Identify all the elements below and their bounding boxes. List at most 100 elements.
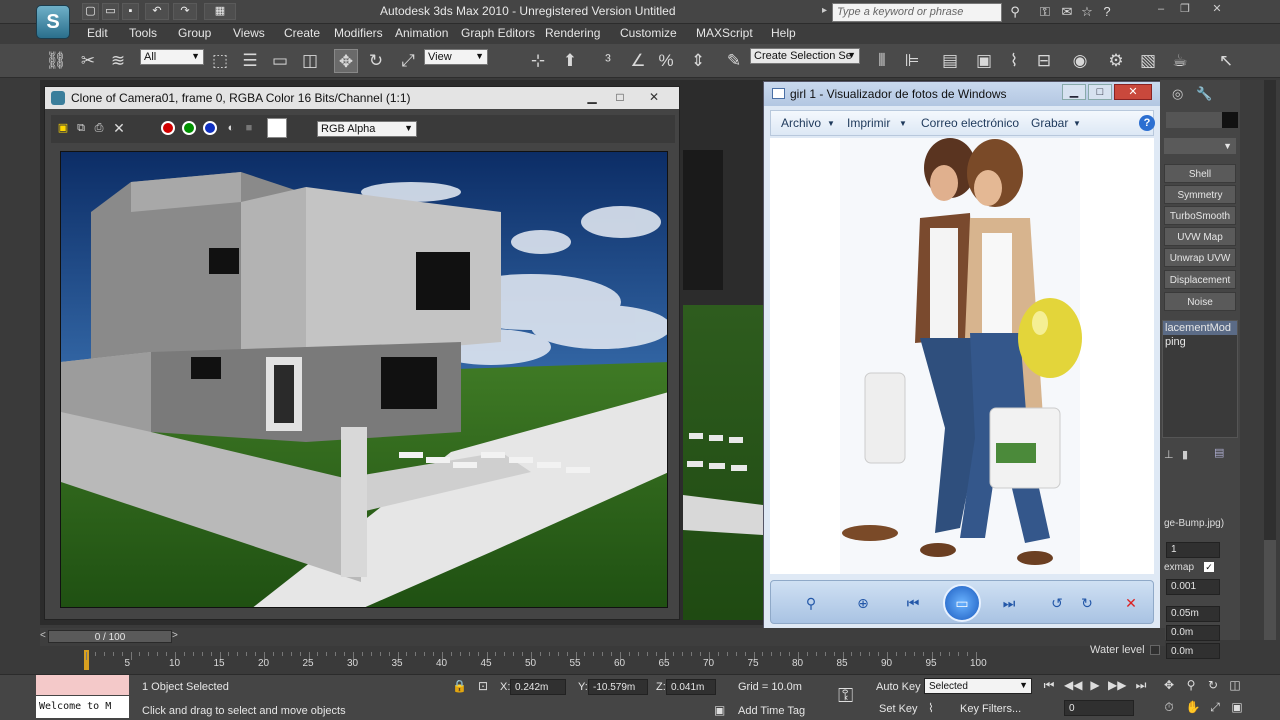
spinner-field[interactable]: 0.001 — [1166, 579, 1220, 595]
modifier-stack[interactable]: lacementMod ping — [1162, 320, 1238, 438]
zoom-icon[interactable]: ⚲ — [801, 593, 821, 613]
render-maximize-button[interactable]: □ — [609, 88, 631, 106]
menu-views[interactable]: Views — [233, 26, 265, 40]
monochrome-icon[interactable]: ■ — [241, 120, 257, 136]
play-icon[interactable]: ▶ — [1086, 676, 1104, 694]
slider-right-arrow-icon[interactable]: > — [172, 630, 178, 641]
select-by-name-icon[interactable]: ☰ — [238, 49, 262, 73]
time-config-icon[interactable]: ⏱ — [1160, 698, 1178, 716]
water-level-field[interactable]: 0.0m — [1166, 643, 1220, 659]
select-object-icon[interactable]: ⬚ — [208, 49, 232, 73]
menu-create[interactable]: Create — [284, 26, 320, 40]
previous-icon[interactable]: ⏮ — [903, 593, 923, 613]
communication-icon[interactable]: ✉ — [1058, 3, 1076, 21]
auto-key-button[interactable]: Auto Key — [876, 681, 921, 693]
previous-frame-icon[interactable]: ◀◀ — [1064, 676, 1082, 694]
modifier-shell-button[interactable]: Shell — [1164, 164, 1236, 183]
command-panel-toggle-icon[interactable]: ↖ — [1214, 49, 1238, 73]
maximize-viewport-icon[interactable]: ▣ — [1228, 698, 1246, 716]
redo-icon[interactable]: ↷ — [173, 3, 197, 20]
rendered-frame-window-icon[interactable]: ▧ — [1136, 49, 1160, 73]
snaps-toggle-icon[interactable]: ³ — [596, 49, 620, 73]
time-tag-icon[interactable]: ▣ — [714, 703, 725, 717]
delete-icon[interactable]: ✕ — [1121, 593, 1141, 613]
utilities-panel-icon[interactable]: 🔧 — [1196, 86, 1212, 102]
window-crossing-icon[interactable]: ◫ — [298, 49, 322, 73]
zoom-extents-icon[interactable]: ⚲ — [1182, 676, 1200, 694]
walk-through-icon[interactable]: ⤢ — [1206, 698, 1224, 716]
clear-icon[interactable]: ✕ — [111, 120, 127, 136]
bitmap-name[interactable]: ge-Bump.jpg) — [1164, 518, 1224, 529]
help-icon[interactable]: ? — [1139, 115, 1155, 131]
modifier-unwrap-uvw-button[interactable]: Unwrap UVW — [1164, 248, 1236, 267]
spinner-field[interactable]: 0.0m — [1166, 625, 1220, 641]
graphite-toolbox-icon[interactable]: ▣ — [972, 49, 996, 73]
render-setup-icon[interactable]: ⚙ — [1104, 49, 1128, 73]
water-level-checkbox[interactable] — [1150, 645, 1160, 655]
help-icon[interactable]: ? — [1098, 3, 1116, 21]
photo-minimize-button[interactable]: ▁ — [1062, 84, 1086, 100]
render-minimize-button[interactable]: ▁ — [581, 88, 603, 106]
modifier-displacement-button[interactable]: Displacement — [1164, 270, 1236, 289]
maxscript-listener-pink[interactable] — [36, 675, 129, 695]
absolute-mode-icon[interactable]: ⊡ — [478, 679, 488, 693]
menu-graph-editors[interactable]: Graph Editors — [461, 26, 535, 40]
expand-icon[interactable]: ▸ — [822, 5, 827, 16]
field-of-view-icon[interactable]: ◫ — [1226, 676, 1244, 694]
red-channel-toggle[interactable] — [161, 121, 175, 135]
photo-image[interactable] — [770, 138, 1154, 574]
next-icon[interactable]: ⏭ — [999, 593, 1019, 613]
lock-selection-icon[interactable]: 🔒 — [452, 679, 467, 693]
schematic-view-icon[interactable]: ⊟ — [1032, 49, 1056, 73]
blur-checkbox[interactable]: ✓ — [1204, 562, 1214, 572]
project-folder-icon[interactable]: ▦ — [204, 3, 236, 20]
slider-left-arrow-icon[interactable]: < — [40, 630, 46, 641]
unlink-icon[interactable]: ✂ — [76, 49, 100, 73]
channel-dropdown[interactable]: RGB Alpha ▼ — [317, 121, 417, 137]
maxscript-listener[interactable]: Welcome to M — [36, 696, 129, 718]
bind-space-warp-icon[interactable]: ≋ — [106, 49, 130, 73]
maximize-button[interactable]: ❐ — [1174, 2, 1196, 18]
new-file-icon[interactable]: ▢ — [82, 3, 99, 20]
blue-channel-toggle[interactable] — [203, 121, 217, 135]
go-to-start-icon[interactable]: ⏮ — [1040, 676, 1058, 694]
menu-animation[interactable]: Animation — [395, 26, 448, 40]
search-input[interactable]: Type a keyword or phrase — [832, 3, 1002, 22]
z-coordinate-field[interactable]: 0.041m — [666, 679, 716, 695]
key-tangent-icon[interactable]: ⌇ — [928, 701, 934, 715]
configure-modifier-icon[interactable]: ▤ — [1214, 446, 1224, 459]
chevron-down-icon[interactable]: ▼ — [1073, 119, 1081, 128]
render-production-icon[interactable]: ☕ — [1168, 49, 1192, 73]
save-icon[interactable]: ▪ — [122, 3, 139, 20]
chevron-down-icon[interactable]: ▼ — [827, 119, 835, 128]
y-coordinate-field[interactable]: -10.579m — [588, 679, 648, 695]
menu-grabar[interactable]: Grabar — [1031, 116, 1068, 130]
photo-maximize-button[interactable]: □ — [1088, 84, 1112, 100]
manipulate-icon[interactable]: ⬆ — [558, 49, 582, 73]
key-icon[interactable]: ⚿ — [1036, 3, 1054, 21]
time-slider[interactable]: < 0 / 100 > — [40, 628, 1165, 646]
stack-item[interactable]: ping — [1163, 335, 1237, 349]
key-icon[interactable]: ⚿ — [838, 685, 853, 708]
set-key-button[interactable]: Set Key — [879, 703, 918, 715]
pin-stack-icon[interactable]: ⊥ — [1164, 448, 1174, 461]
rotate-left-icon[interactable]: ↺ — [1047, 593, 1067, 613]
save-image-icon[interactable]: ▣ — [55, 120, 71, 136]
modifier-noise-button[interactable]: Noise — [1164, 292, 1236, 311]
show-end-result-icon[interactable]: ▮ — [1182, 448, 1188, 461]
link-icon[interactable]: ⛓ — [44, 49, 68, 73]
binoculars-icon[interactable]: ⚲ — [1006, 3, 1024, 21]
mirror-icon[interactable]: ⫴ — [870, 49, 894, 73]
alpha-channel-icon[interactable]: ◐ — [223, 120, 239, 136]
menu-rendering[interactable]: Rendering — [545, 26, 600, 40]
slideshow-icon[interactable]: ▭ — [943, 584, 981, 622]
modifier-turbosmooth-button[interactable]: TurboSmooth — [1164, 206, 1236, 225]
color-swatch[interactable] — [267, 118, 287, 138]
pan-icon[interactable]: ✋ — [1184, 698, 1202, 716]
menu-group[interactable]: Group — [178, 26, 211, 40]
menu-archivo[interactable]: Archivo — [781, 116, 821, 130]
modifier-list-dropdown[interactable]: ▼ — [1164, 138, 1236, 154]
actual-size-icon[interactable]: ⊕ — [853, 593, 873, 613]
green-channel-toggle[interactable] — [182, 121, 196, 135]
next-frame-icon[interactable]: ▶▶ — [1108, 676, 1126, 694]
